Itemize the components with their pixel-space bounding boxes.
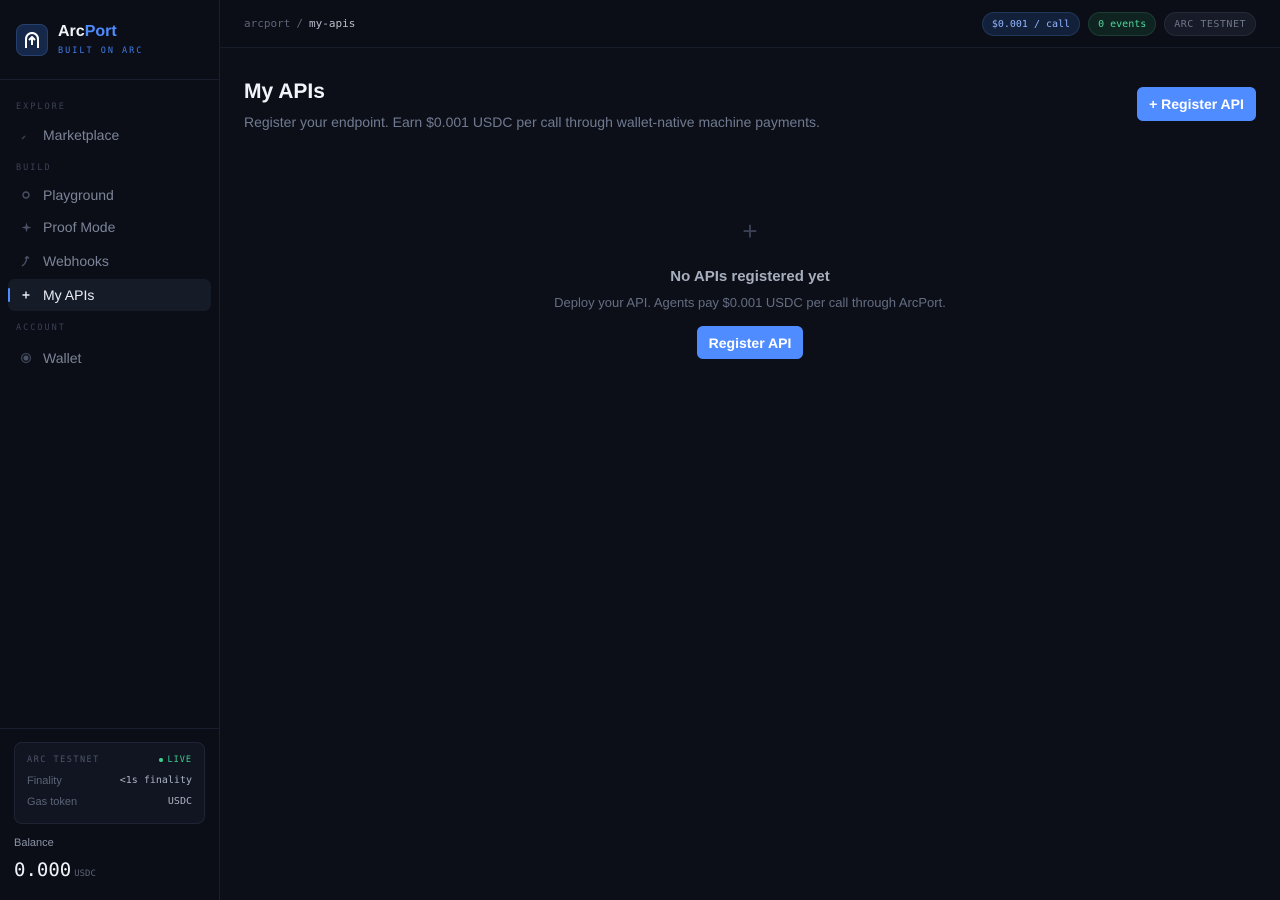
- plus-icon: [18, 287, 34, 303]
- sidebar-item-label: My APIs: [43, 287, 95, 303]
- sidebar-item-label: Marketplace: [43, 127, 120, 143]
- sidebar-item-webhooks[interactable]: Webhooks: [8, 245, 211, 277]
- network-row-finality: Finality <1s finality: [27, 775, 192, 787]
- sidebar-item-label: Webhooks: [43, 253, 109, 269]
- topbar: arcport / my-apis $0.001 / call 0 events A…: [220, 0, 1280, 48]
- empty-register-api-button[interactable]: Register API: [697, 326, 803, 359]
- network-status-badge: LIVE: [158, 755, 192, 765]
- network-row-key: Gas token: [27, 796, 78, 808]
- wallet-icon: [18, 350, 34, 366]
- section-label-explore: EXPLORE: [16, 102, 66, 112]
- sidebar-item-proof-mode[interactable]: Proof Mode: [8, 211, 211, 243]
- events-badge: 0 events: [1088, 12, 1157, 36]
- section-label-build: BUILD: [16, 163, 52, 173]
- sidebar-item-wallet[interactable]: Wallet: [8, 342, 211, 374]
- check-icon: [18, 127, 34, 143]
- empty-state-subtitle: Deploy your API. Agents pay $0.001 USDC …: [554, 295, 946, 310]
- sidebar-item-label: Playground: [43, 187, 114, 203]
- live-dot-icon: [158, 757, 163, 762]
- network-row-value: <1s finality: [119, 775, 192, 786]
- section-label-account: ACCOUNT: [16, 323, 66, 333]
- network-row-key: Finality: [27, 775, 62, 787]
- sidebar-item-my-apis[interactable]: My APIs: [8, 279, 211, 311]
- balance-label: Balance: [14, 837, 54, 849]
- arcport-logo-icon: [16, 23, 48, 56]
- balance-unit: USDC: [74, 869, 96, 879]
- sparkle-icon: [18, 219, 34, 235]
- sidebar-item-playground[interactable]: Playground: [8, 179, 211, 211]
- sidebar-item-label: Wallet: [43, 350, 82, 366]
- empty-state-title: No APIs registered yet: [670, 268, 830, 285]
- balance-value: 0.000 USDC: [14, 859, 96, 881]
- status-chips: $0.001 / call 0 events ARC TESTNET: [981, 12, 1256, 36]
- sidebar-item-label: Proof Mode: [43, 219, 116, 235]
- price-badge: $0.001 / call: [981, 12, 1081, 36]
- breadcrumb-current: my-apis: [308, 17, 356, 30]
- sidebar-footer: ARC TESTNET LIVE Finality <1s finality G…: [0, 728, 219, 900]
- page-subtitle: Register your endpoint. Earn $0.001 USDC…: [244, 114, 820, 130]
- brand-name: ArcPort: [58, 23, 117, 40]
- brand-subtitle: BUILT ON ARC: [58, 46, 144, 56]
- hook-icon: [18, 253, 34, 269]
- empty-plus-icon: +: [742, 216, 758, 246]
- page-title: My APIs: [244, 80, 325, 103]
- sidebar: ArcPort BUILT ON ARC EXPLORE Marketplace…: [0, 0, 220, 900]
- breadcrumb-root[interactable]: arcport: [244, 17, 290, 30]
- network-title: ARC TESTNET: [27, 755, 100, 765]
- network-row-gas-token: Gas token USDC: [27, 796, 192, 808]
- breadcrumb-separator: /: [296, 17, 303, 30]
- sidebar-item-marketplace[interactable]: Marketplace: [8, 119, 211, 151]
- register-api-button[interactable]: + Register API: [1137, 87, 1256, 121]
- brand: ArcPort BUILT ON ARC: [0, 0, 219, 80]
- network-badge: ARC TESTNET: [1164, 12, 1256, 36]
- network-card: ARC TESTNET LIVE Finality <1s finality G…: [14, 742, 205, 824]
- network-row-value: USDC: [167, 796, 192, 807]
- breadcrumb: arcport / my-apis: [244, 17, 355, 30]
- circle-icon: [18, 187, 34, 203]
